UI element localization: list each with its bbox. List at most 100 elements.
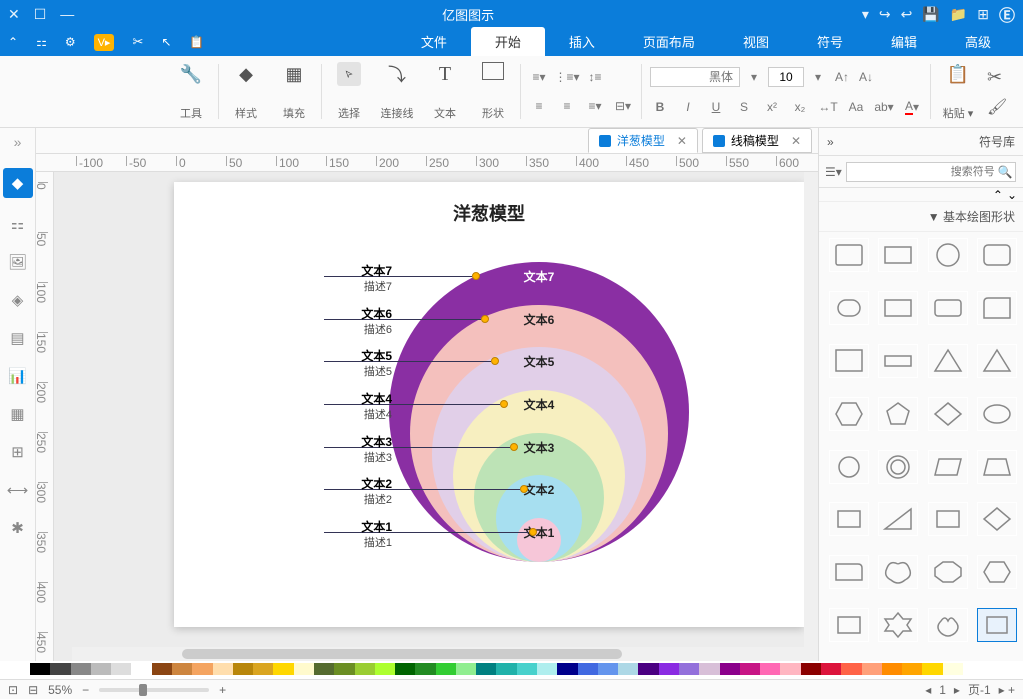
shape-swatch[interactable] xyxy=(878,450,918,484)
shape-swatch[interactable] xyxy=(829,397,869,431)
page[interactable]: 洋葱模型 文本7文本6文本5文本4文本3文本2文本1文本1描述1文本2描述2文本… xyxy=(174,182,804,627)
leader-label-5[interactable]: 文本5 xyxy=(322,347,392,364)
close-icon[interactable]: ✕ xyxy=(8,6,20,23)
color-swatch[interactable] xyxy=(578,663,598,675)
case-icon[interactable]: Aa xyxy=(846,98,866,116)
linespace-icon[interactable]: ↕≡ xyxy=(585,68,605,86)
ring-label-7[interactable]: 文本7 xyxy=(524,268,555,285)
maximize-icon[interactable]: ☐ xyxy=(34,6,47,23)
tab-file[interactable]: 文件 xyxy=(397,27,471,56)
qat-open-icon[interactable]: 📁 xyxy=(950,6,967,23)
panel-collapse-icon[interactable]: » xyxy=(827,135,834,149)
v-scrollbar[interactable] xyxy=(804,172,818,647)
color-swatch[interactable] xyxy=(862,663,882,675)
shape-swatch[interactable] xyxy=(977,238,1017,272)
text-tool-icon[interactable]: T xyxy=(433,62,457,86)
tab-edit[interactable]: 编辑 xyxy=(867,27,941,56)
leader-desc-6[interactable]: 描述6 xyxy=(322,321,392,337)
color-swatch[interactable] xyxy=(273,663,293,675)
color-swatch[interactable] xyxy=(375,663,395,675)
leader-label-2[interactable]: 文本2 xyxy=(322,475,392,492)
zoom-in-icon[interactable]: + xyxy=(219,683,226,697)
color-swatch[interactable] xyxy=(699,663,719,675)
minimize-icon[interactable]: — xyxy=(60,6,74,22)
leader-desc-4[interactable]: 描述4 xyxy=(322,406,392,422)
tab-symbol[interactable]: 符号 xyxy=(793,27,867,56)
color-swatch[interactable] xyxy=(334,663,354,675)
shape-swatch[interactable] xyxy=(829,450,869,484)
h-scrollbar[interactable] xyxy=(72,647,818,661)
leader-desc-3[interactable]: 描述3 xyxy=(322,449,392,465)
color-swatch[interactable] xyxy=(821,663,841,675)
color-swatch[interactable] xyxy=(91,663,111,675)
color-swatch[interactable] xyxy=(456,663,476,675)
color-swatch[interactable] xyxy=(902,663,922,675)
shape-swatch[interactable] xyxy=(829,238,869,272)
color-swatch[interactable] xyxy=(537,663,557,675)
shape-swatch[interactable] xyxy=(878,291,918,325)
close-tab-icon[interactable]: ✕ xyxy=(677,134,687,148)
apps-icon[interactable]: ⚏ xyxy=(36,35,47,49)
shape-swatch[interactable] xyxy=(928,608,968,642)
ring-label-3[interactable]: 文本3 xyxy=(524,439,555,456)
paste-big-icon[interactable]: 📋 xyxy=(946,62,970,86)
leader-label-7[interactable]: 文本7 xyxy=(322,262,392,279)
align-left-icon[interactable]: ≡ xyxy=(529,97,549,115)
style-icon[interactable]: ◆ xyxy=(234,62,258,86)
shape-rect-icon[interactable] xyxy=(482,62,504,80)
color-swatch[interactable] xyxy=(476,663,496,675)
page-next-icon[interactable]: ▸ xyxy=(954,683,960,697)
font-dd-icon[interactable]: ▾ xyxy=(744,68,764,86)
lb-grid-icon[interactable]: ⚏ xyxy=(6,212,30,236)
actual-icon[interactable]: ⊟ xyxy=(28,683,38,697)
color-swatch[interactable] xyxy=(50,663,70,675)
lb-widget-icon[interactable]: ⊞ xyxy=(6,440,30,464)
color-swatch[interactable] xyxy=(517,663,537,675)
shape-swatch[interactable] xyxy=(829,502,869,536)
shape-swatch[interactable] xyxy=(878,502,918,536)
shape-swatch[interactable] xyxy=(878,555,918,589)
number-icon[interactable]: ⋮≡▾ xyxy=(557,68,577,86)
tools-icon[interactable]: 🔧 xyxy=(179,62,203,86)
shape-swatch[interactable] xyxy=(878,344,918,378)
color-swatch[interactable] xyxy=(882,663,902,675)
expand-icon[interactable]: ⌃ xyxy=(8,35,18,49)
lb-layers-icon[interactable]: ◈ xyxy=(6,288,30,312)
diagram-title[interactable]: 洋葱模型 xyxy=(174,200,804,226)
select-tool-icon[interactable] xyxy=(337,62,361,86)
subscript-icon[interactable]: x₂ xyxy=(790,98,810,116)
color-swatch[interactable] xyxy=(152,663,172,675)
font-size-input[interactable] xyxy=(768,67,804,87)
h-scroll-thumb[interactable] xyxy=(182,649,622,659)
qat-logo-icon[interactable]: Ⓔ xyxy=(999,2,1015,26)
leader-label-4[interactable]: 文本4 xyxy=(322,390,392,407)
lb-chart-icon[interactable]: 📊 xyxy=(6,364,30,388)
fit-icon[interactable]: ⊡ xyxy=(8,683,18,697)
color-swatch[interactable] xyxy=(557,663,577,675)
qat-redo-icon[interactable]: ↪ xyxy=(879,6,891,23)
color-swatch[interactable] xyxy=(355,663,375,675)
lb-image-icon[interactable]: 🖼 xyxy=(6,250,30,274)
color-swatch[interactable] xyxy=(172,663,192,675)
color-swatch[interactable] xyxy=(294,663,314,675)
onion-diagram[interactable]: 文本7文本6文本5文本4文本3文本2文本1文本1描述1文本2描述2文本3描述3文… xyxy=(304,242,784,602)
color-swatch[interactable] xyxy=(598,663,618,675)
grow-font-icon[interactable]: A↑ xyxy=(832,68,852,86)
shape-swatch[interactable] xyxy=(928,291,968,325)
shape-swatch[interactable] xyxy=(977,344,1017,378)
zoom-slider[interactable] xyxy=(99,688,209,692)
leader-label-6[interactable]: 文本6 xyxy=(322,305,392,322)
lb-align-icon[interactable]: ⟷ xyxy=(6,478,30,502)
strike-icon[interactable]: S xyxy=(734,98,754,116)
page-prev-icon[interactable]: ◂ xyxy=(925,683,931,697)
qat-new-icon[interactable]: ⊞ xyxy=(977,6,989,23)
fontcolor-icon[interactable]: A▾ xyxy=(902,98,922,116)
filter-icon[interactable]: ☰▾ xyxy=(825,165,842,179)
page-add-icon[interactable]: ▸ + xyxy=(999,683,1015,697)
qat-undo-icon[interactable]: ↩ xyxy=(901,6,913,23)
vip-badge[interactable]: V▸ xyxy=(94,34,115,51)
color-swatch[interactable] xyxy=(638,663,658,675)
shape-swatch[interactable] xyxy=(878,608,918,642)
shape-swatch[interactable] xyxy=(977,555,1017,589)
tab-insert[interactable]: 插入 xyxy=(545,27,619,56)
